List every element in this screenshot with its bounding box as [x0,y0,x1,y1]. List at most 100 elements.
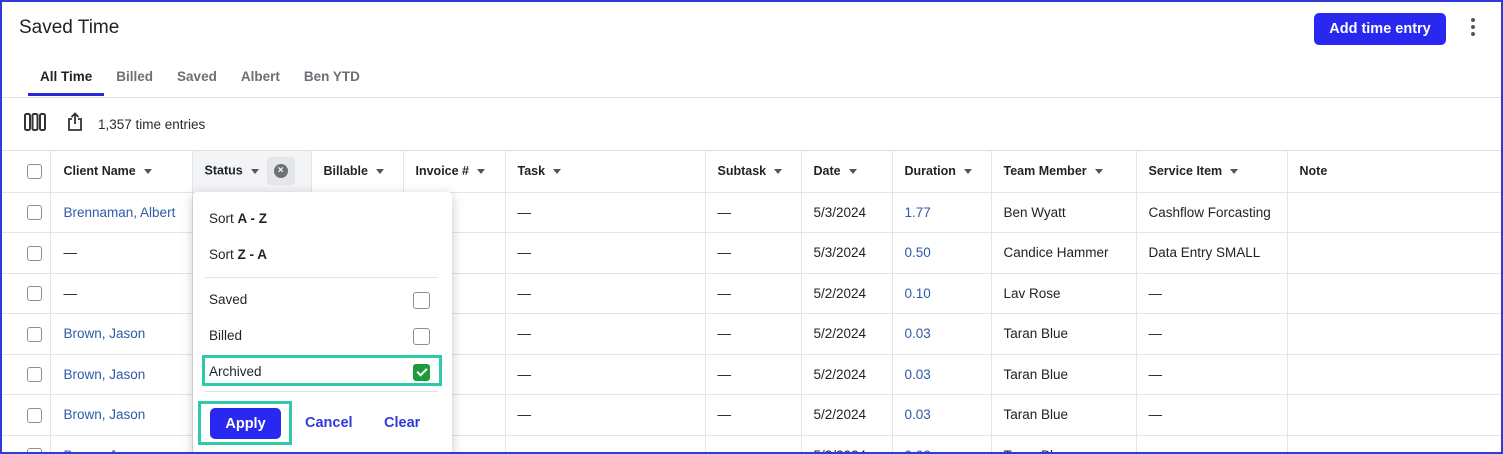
more-options-icon[interactable] [1465,15,1481,43]
client-name-cell[interactable]: Brown, Jason [50,394,193,436]
col-task[interactable]: Task [505,151,706,193]
note-cell [1287,394,1501,436]
app-frame: Saved Time Add time entry All Time Bille… [0,0,1503,454]
row-select-cell[interactable] [2,192,51,233]
note-cell [1287,354,1501,395]
duration-cell[interactable]: 0.50 [892,232,992,274]
sort-caret-icon[interactable] [1230,169,1239,175]
row-select-cell[interactable] [2,354,51,395]
add-time-entry-button[interactable]: Add time entry [1314,13,1446,45]
task-cell [505,435,706,452]
tab-billed[interactable]: Billed [116,64,153,96]
row-checkbox[interactable] [27,326,42,342]
team-member-cell: Lav Rose [991,273,1137,314]
team-member-cell: Taran Blue [991,394,1137,436]
col-service-item[interactable]: Service Item [1136,151,1288,193]
row-select-cell[interactable] [2,313,51,355]
sort-caret-icon[interactable] [774,169,783,175]
row-checkbox[interactable] [27,448,42,452]
col-invoice[interactable]: Invoice # [403,151,506,193]
row-select-cell[interactable] [2,273,51,314]
export-icon[interactable] [66,111,84,137]
tab-saved[interactable]: Saved [177,64,217,96]
page-title: Saved Time [19,17,120,38]
team-member-cell: Candice Hammer [991,232,1137,274]
sort-caret-icon[interactable] [477,169,485,175]
row-checkbox[interactable] [27,205,42,221]
date-cell: 5/2/2024 [801,354,893,395]
service-item-cell: — [1136,394,1288,436]
sort-caret-icon[interactable] [250,168,259,174]
col-date[interactable]: Date [801,151,893,193]
row-select-cell[interactable] [2,435,51,452]
team-member-cell: Taran Blue [991,313,1137,355]
service-item-cell: Cashflow Forcasting [1136,192,1288,233]
service-item-cell: — [1136,354,1288,395]
duration-cell[interactable]: 0.03 [892,394,992,436]
row-checkbox[interactable] [27,367,42,383]
row-checkbox[interactable] [27,407,42,423]
row-select-cell[interactable] [2,394,51,436]
clear-button[interactable]: Clear [384,415,420,431]
col-note[interactable]: Note [1287,151,1501,193]
task-cell: — [505,192,706,233]
col-billable[interactable]: Billable [311,151,404,193]
duration-cell[interactable]: 0.03 [892,435,992,452]
col-duration[interactable]: Duration [892,151,992,193]
client-name-cell: — [50,273,193,314]
clear-filter-icon[interactable]: × [266,157,295,186]
col-client-name[interactable]: Client Name [50,151,193,193]
date-cell: 5/2/2024 [801,273,893,314]
sort-caret-icon[interactable] [963,169,972,175]
col-team-member[interactable]: Team Member [991,151,1137,193]
duration-cell[interactable]: 0.03 [892,354,992,395]
row-checkbox[interactable] [27,286,42,302]
duration-cell[interactable]: 1.77 [892,192,992,233]
subtask-cell: — [705,273,802,314]
sort-caret-icon[interactable] [375,169,384,175]
filter-option-saved-label: Saved [209,292,248,307]
row-select-cell[interactable] [2,232,51,274]
team-member-cell: Taran Blue [991,354,1137,395]
client-name-cell[interactable]: Brown, Jason [50,354,193,395]
client-name-cell[interactable]: Brown, Jason [50,435,193,452]
sort-caret-icon[interactable] [553,169,562,175]
sort-caret-icon[interactable] [1094,169,1103,175]
entry-count: 1,357 time entries [98,116,206,132]
note-cell [1287,273,1501,314]
row-checkbox[interactable] [27,245,42,261]
tab-albert[interactable]: Albert [241,64,280,96]
cancel-button[interactable]: Cancel [305,415,353,431]
tab-ben-ytd[interactable]: Ben YTD [304,64,360,96]
task-cell: — [505,313,706,355]
duration-cell[interactable]: 0.10 [892,273,992,314]
filter-option-billed-checkbox[interactable] [413,328,430,345]
client-name-cell: — [50,232,193,274]
apply-button[interactable]: Apply [210,408,281,439]
date-cell: 5/2/2024 [801,394,893,436]
task-cell: — [505,273,706,314]
filter-option-saved-checkbox[interactable] [413,292,430,309]
select-all-checkbox[interactable] [27,163,42,179]
sort-z-a-option[interactable]: Sort Z - A [209,247,267,262]
tab-all-time[interactable]: All Time [28,64,105,96]
columns-icon[interactable] [24,112,46,136]
select-all-checkbox-cell[interactable] [2,151,51,193]
col-subtask[interactable]: Subtask [705,151,802,193]
client-name-cell[interactable]: Brown, Jason [50,313,193,355]
date-cell: 5/2/2024 [801,313,893,355]
duration-cell[interactable]: 0.03 [892,313,992,355]
sort-caret-icon[interactable] [848,169,857,175]
note-cell [1287,435,1501,452]
task-cell: — [505,394,706,436]
sort-a-z-option[interactable]: Sort A - Z [209,211,267,226]
col-status[interactable]: Status × [192,151,312,193]
status-filter-dropdown: Sort A - Z Sort Z - A Saved Billed Archi… [193,192,452,452]
client-name-cell[interactable]: Brennaman, Albert [50,192,193,233]
filter-option-archived-checkbox[interactable] [413,364,430,381]
sort-caret-icon[interactable] [143,169,152,175]
note-cell [1287,192,1501,233]
table-toolbar: 1,357 time entries [24,111,206,137]
subtask-cell [705,435,802,452]
subtask-cell: — [705,354,802,395]
